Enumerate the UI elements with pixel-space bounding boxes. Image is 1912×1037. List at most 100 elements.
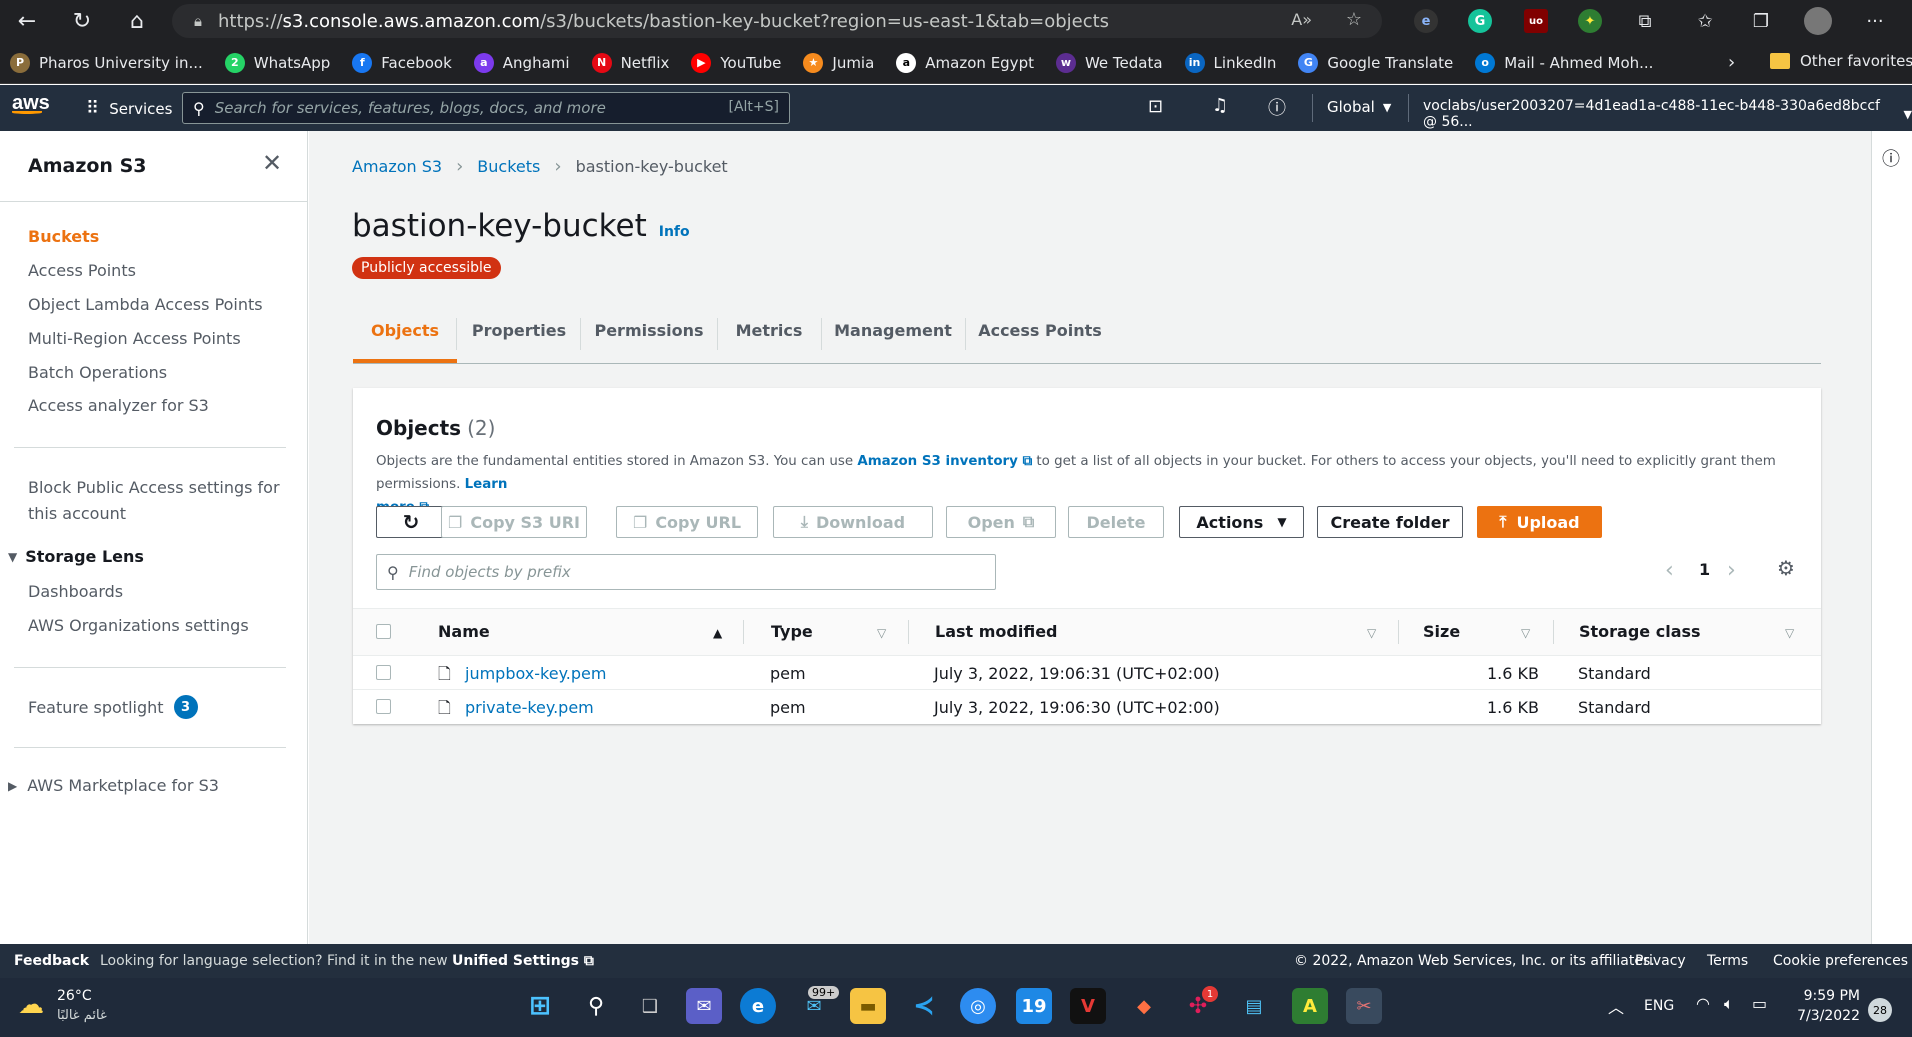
- refresh-button[interactable]: ↻: [376, 506, 446, 538]
- file-explorer-icon[interactable]: ▬: [850, 988, 886, 1024]
- search-icon[interactable]: ⚲: [578, 988, 614, 1024]
- sidebar-item-dashboards[interactable]: Dashboards: [28, 582, 123, 601]
- extension-leaf-icon[interactable]: ✦: [1578, 9, 1602, 33]
- pagination-page[interactable]: 1: [1699, 560, 1710, 579]
- sort-icon[interactable]: ▽: [1785, 626, 1794, 640]
- bookmark-item[interactable]: f Facebook: [352, 52, 452, 73]
- battery-icon[interactable]: ▭: [1752, 994, 1767, 1013]
- settings-gear-icon[interactable]: ⚙: [1777, 556, 1795, 580]
- region-selector[interactable]: Global ▼: [1327, 98, 1391, 116]
- column-type[interactable]: Type: [771, 622, 813, 641]
- tab-objects[interactable]: Objects: [353, 304, 457, 356]
- sort-asc-icon[interactable]: ▲: [713, 626, 722, 640]
- tray-chevron-up-icon[interactable]: ︿: [1608, 994, 1624, 1018]
- extensions-puzzle-icon[interactable]: ⧉: [1630, 6, 1660, 36]
- sort-icon[interactable]: ▽: [877, 626, 886, 640]
- info-panel-icon[interactable]: ⓘ: [1882, 145, 1900, 171]
- sidebar-item-multi-region[interactable]: Multi-Region Access Points: [28, 329, 241, 348]
- help-icon[interactable]: ⓘ: [1268, 94, 1286, 120]
- open-button[interactable]: Open ⧉: [946, 506, 1056, 538]
- column-last-modified[interactable]: Last modified: [935, 622, 1058, 641]
- wifi-icon[interactable]: ◠: [1696, 994, 1710, 1013]
- extension-edge-icon[interactable]: e: [1414, 9, 1438, 33]
- sidebar-item-feature-spotlight[interactable]: Feature spotlight 3: [28, 695, 198, 719]
- other-favorites[interactable]: Other favorites: [1770, 52, 1912, 70]
- account-menu[interactable]: voclabs/user2003207=4d1ead1a-c488-11ec-b…: [1423, 98, 1912, 130]
- copy-url-button[interactable]: ❐ Copy URL: [616, 506, 758, 538]
- tab-metrics[interactable]: Metrics: [717, 304, 821, 356]
- task-view-icon[interactable]: ❑: [632, 988, 668, 1024]
- sort-icon[interactable]: ▽: [1521, 626, 1530, 640]
- sort-icon[interactable]: ▽: [1367, 626, 1376, 640]
- actions-dropdown[interactable]: Actions ▼: [1179, 506, 1304, 538]
- bookmark-item[interactable]: ★ Jumia: [803, 52, 874, 73]
- collections-icon[interactable]: ❐: [1746, 6, 1776, 36]
- notepad-icon[interactable]: ▤: [1236, 988, 1272, 1024]
- pagination-prev-icon[interactable]: ‹: [1665, 558, 1674, 583]
- bookmark-item[interactable]: P Pharos University in...: [10, 52, 203, 73]
- teams-chat-icon[interactable]: ✉: [686, 988, 722, 1024]
- chevron-right-icon[interactable]: ›: [1728, 52, 1735, 73]
- row-checkbox[interactable]: [376, 699, 391, 714]
- address-bar[interactable]: 🔒︎ https://s3.console.aws.amazon.com/s3/…: [172, 4, 1382, 38]
- upload-button[interactable]: ⤒ Upload: [1477, 506, 1602, 538]
- breadcrumb-amazon-s3[interactable]: Amazon S3: [352, 157, 442, 176]
- search-input[interactable]: ⚲ Search for services, features, blogs, …: [182, 92, 790, 124]
- row-checkbox[interactable]: [376, 665, 391, 680]
- notification-count-badge[interactable]: 28: [1868, 998, 1892, 1022]
- cloudshell-icon[interactable]: ⊡: [1148, 96, 1163, 117]
- notifications-bell-icon[interactable]: ♫: [1212, 95, 1228, 116]
- edge-browser-icon[interactable]: e: [740, 988, 776, 1024]
- app-green-icon[interactable]: A: [1292, 988, 1328, 1024]
- copy-s3-uri-button[interactable]: ❐ Copy S3 URI: [441, 506, 587, 538]
- info-link[interactable]: Info: [659, 224, 690, 240]
- close-icon[interactable]: ✕: [262, 149, 282, 177]
- sidebar-item-block-public-access[interactable]: Block Public Access settings for this acc…: [28, 475, 280, 527]
- bookmark-item[interactable]: a Anghami: [473, 52, 570, 73]
- bookmark-item[interactable]: N Netflix: [591, 52, 669, 73]
- game-app-icon[interactable]: ◆: [1126, 988, 1162, 1024]
- grammarly-icon[interactable]: G: [1468, 9, 1492, 33]
- column-size[interactable]: Size: [1423, 622, 1460, 641]
- refresh-icon[interactable]: ↻: [67, 6, 97, 36]
- cookie-preferences-link[interactable]: Cookie preferences: [1773, 953, 1908, 969]
- object-name-link[interactable]: jumpbox-key.pem: [465, 664, 606, 683]
- clock-date[interactable]: 7/3/2022: [1790, 1008, 1860, 1024]
- feedback-link[interactable]: Feedback: [14, 953, 89, 969]
- home-icon[interactable]: ⌂: [122, 6, 152, 36]
- clock-time[interactable]: 9:59 PM: [1800, 988, 1860, 1004]
- aws-logo[interactable]: aws: [12, 92, 50, 114]
- terms-link[interactable]: Terms: [1707, 953, 1748, 969]
- sidebar-item-batch-operations[interactable]: Batch Operations: [28, 363, 167, 382]
- vscode-icon[interactable]: ≺: [906, 988, 942, 1024]
- privacy-link[interactable]: Privacy: [1635, 953, 1686, 969]
- pagination-next-icon[interactable]: ›: [1727, 558, 1736, 583]
- bookmark-item[interactable]: ▶ YouTube: [691, 52, 781, 73]
- volume-icon[interactable]: 🔈︎: [1724, 994, 1734, 1014]
- sidebar-section-storage-lens[interactable]: ▼ Storage Lens: [8, 547, 144, 566]
- download-button[interactable]: ⤓ Download: [773, 506, 933, 538]
- bookmark-item[interactable]: o Mail - Ahmed Moh...: [1475, 52, 1653, 73]
- tab-permissions[interactable]: Permissions: [581, 304, 717, 356]
- calendar-app-icon[interactable]: 19: [1016, 988, 1052, 1024]
- bookmark-item[interactable]: G Google Translate: [1298, 52, 1453, 73]
- delete-button[interactable]: Delete: [1068, 506, 1164, 538]
- ublock-icon[interactable]: uo: [1524, 9, 1548, 33]
- snipping-tool-icon[interactable]: ✂: [1346, 988, 1382, 1024]
- sidebar-item-access-points[interactable]: Access Points: [28, 261, 136, 280]
- valorant-icon[interactable]: V: [1070, 988, 1106, 1024]
- read-aloud-icon[interactable]: A»: [1291, 10, 1312, 29]
- sidebar-item-access-analyzer[interactable]: Access analyzer for S3: [28, 396, 209, 415]
- bookmark-item[interactable]: in LinkedIn: [1184, 52, 1276, 73]
- weather-icon[interactable]: ☁: [18, 990, 44, 1020]
- weather-temp[interactable]: 26°C: [57, 988, 92, 1004]
- unified-settings-link[interactable]: Unified Settings ⧉: [452, 953, 594, 969]
- column-name[interactable]: Name: [438, 622, 490, 641]
- windows-start-icon[interactable]: ⊞: [522, 988, 558, 1024]
- bookmark-item[interactable]: w We Tedata: [1055, 52, 1163, 73]
- inventory-link[interactable]: Amazon S3 inventory ⧉: [857, 454, 1032, 469]
- bookmark-item[interactable]: 2 WhatsApp: [224, 52, 330, 73]
- object-name-link[interactable]: private-key.pem: [465, 698, 594, 717]
- services-menu[interactable]: ⠿ Services: [86, 98, 172, 119]
- more-menu-icon[interactable]: ···: [1860, 6, 1890, 36]
